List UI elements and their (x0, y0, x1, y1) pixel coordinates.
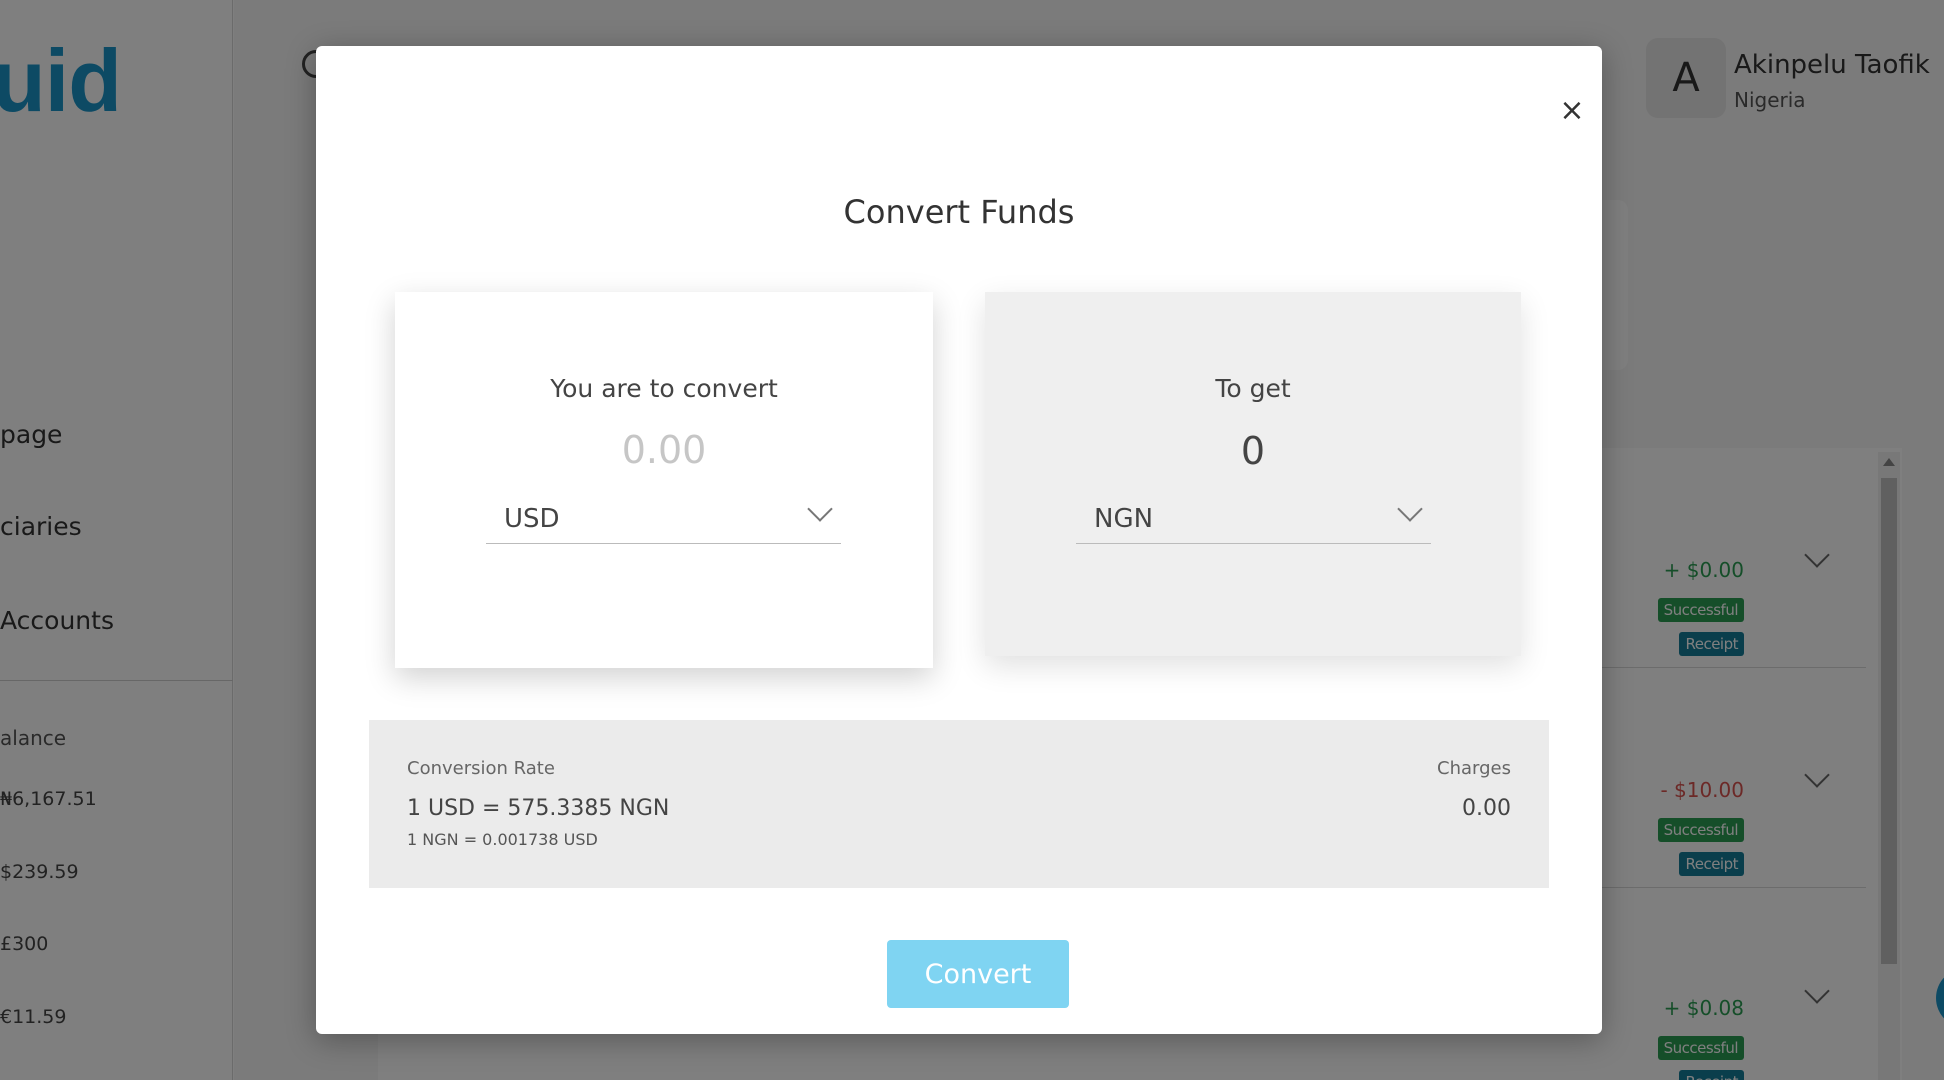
convert-button[interactable]: Convert (887, 940, 1069, 1008)
amount-input[interactable] (395, 428, 933, 472)
from-currency-value: USD (504, 504, 560, 534)
charges-label: Charges (1437, 758, 1511, 779)
conversion-rate-panel: Conversion Rate 1 USD = 575.3385 NGN 1 N… (369, 720, 1549, 888)
convert-to-card: To get 0 NGN (985, 292, 1521, 656)
converted-amount: 0 (1240, 429, 1266, 473)
conversion-rate-value: 1 USD = 575.3385 NGN (407, 796, 670, 821)
close-icon[interactable]: × (1552, 90, 1592, 130)
chevron-down-icon (1397, 496, 1423, 522)
charges-value: 0.00 (1462, 796, 1511, 821)
chevron-down-icon (807, 496, 833, 522)
convert-to-label: To get (1215, 374, 1291, 403)
conversion-rate-inverse: 1 NGN = 0.001738 USD (407, 830, 598, 849)
conversion-rate-label: Conversion Rate (407, 758, 555, 779)
from-currency-select[interactable]: USD (486, 492, 841, 544)
convert-funds-modal: × Convert Funds You are to convert USD T… (316, 46, 1602, 1034)
modal-title: Convert Funds (843, 193, 1075, 231)
to-currency-value: NGN (1094, 504, 1154, 534)
convert-from-card: You are to convert USD (395, 292, 933, 668)
to-currency-select[interactable]: NGN (1076, 492, 1431, 544)
convert-from-label: You are to convert (550, 374, 778, 403)
